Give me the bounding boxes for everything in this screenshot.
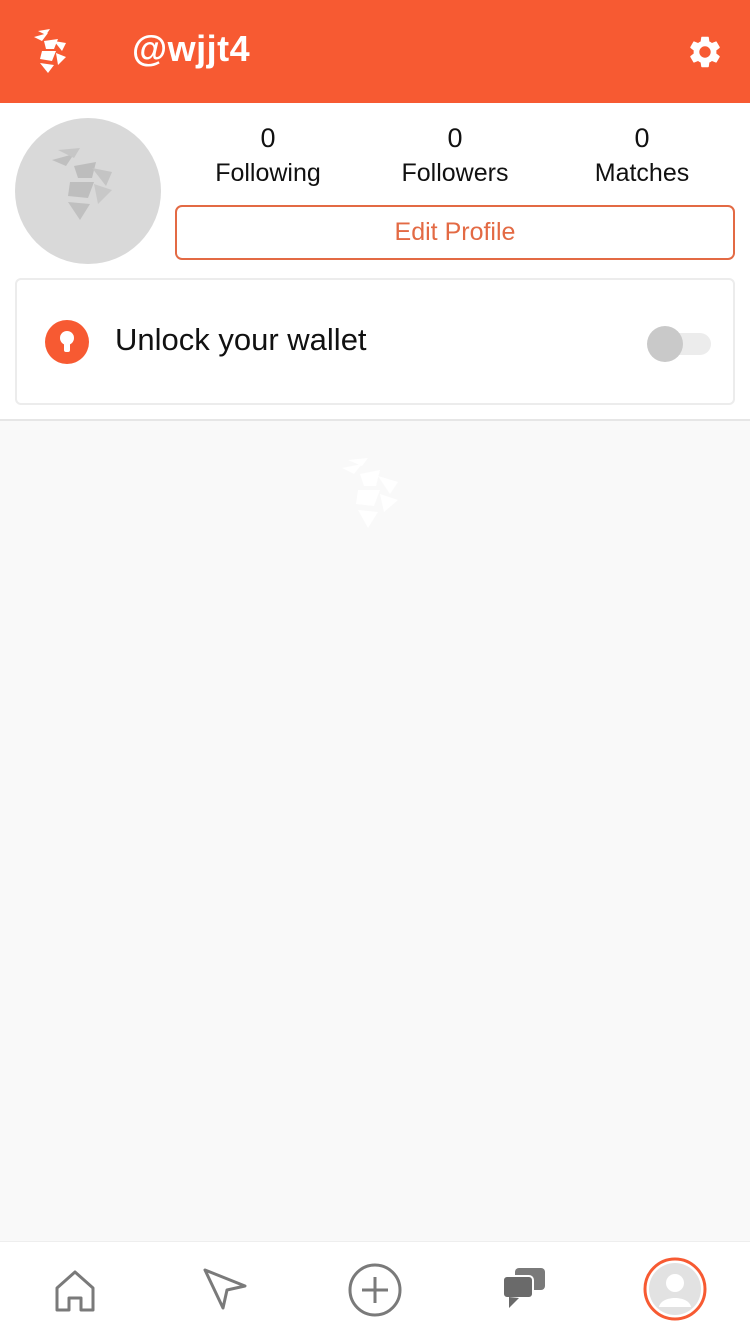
following-label: Following <box>215 159 321 187</box>
profile-avatar[interactable] <box>15 118 161 264</box>
hornet-logo-icon[interactable] <box>28 27 76 77</box>
bottom-tab-bar <box>0 1241 750 1334</box>
hornet-watermark-icon <box>342 458 398 528</box>
matches-label: Matches <box>594 159 690 187</box>
matches-stat[interactable]: 0 Matches <box>552 121 732 191</box>
wallet-toggle[interactable] <box>647 326 711 362</box>
wallet-label: Unlock your wallet <box>115 322 367 357</box>
plus-circle-icon[interactable] <box>345 1260 405 1320</box>
wallet-card: Unlock your wallet <box>15 278 735 405</box>
followers-count: 0 <box>447 123 463 153</box>
followers-label: Followers <box>401 159 509 187</box>
toggle-knob <box>647 326 683 362</box>
navigation-arrow-icon[interactable] <box>195 1260 255 1320</box>
following-count: 0 <box>260 123 276 153</box>
username-title: @wjjt4 <box>132 28 251 69</box>
gear-icon[interactable] <box>686 33 724 71</box>
edit-profile-button[interactable]: Edit Profile <box>175 205 735 260</box>
chat-bubbles-icon[interactable] <box>495 1260 555 1320</box>
matches-count: 0 <box>634 123 650 153</box>
hornet-avatar-placeholder-icon <box>52 148 112 220</box>
home-icon[interactable] <box>45 1260 105 1320</box>
lock-icon <box>45 320 89 364</box>
profile-avatar-icon[interactable] <box>643 1257 707 1321</box>
profile-section: 0 Following 0 Followers 0 Matches Edit P… <box>0 103 750 421</box>
app-header: @wjjt4 <box>0 0 750 103</box>
followers-stat[interactable]: 0 Followers <box>365 121 545 191</box>
following-stat[interactable]: 0 Following <box>178 121 358 191</box>
